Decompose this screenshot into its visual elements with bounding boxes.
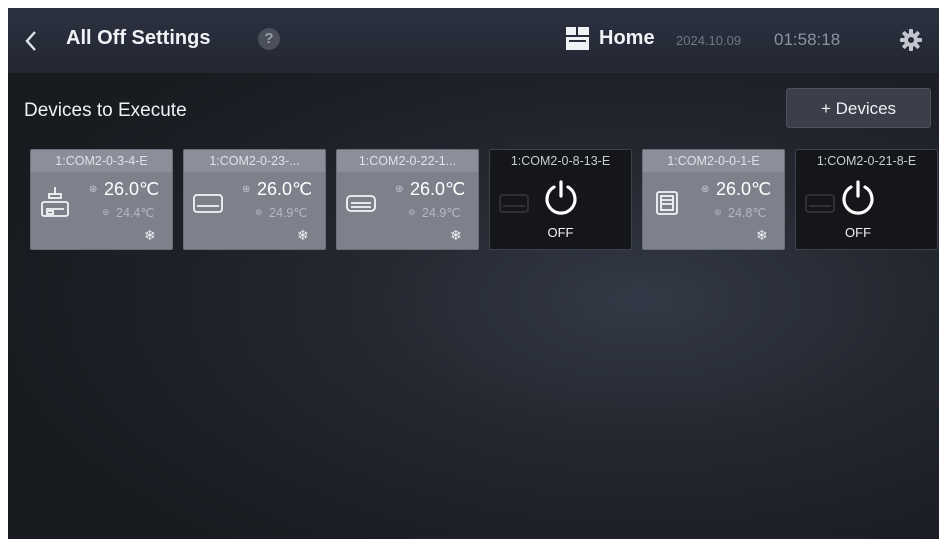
chevron-left-icon bbox=[25, 31, 36, 51]
device-card[interactable]: 1:COM2-0-22-1... ⊛ 26.0℃ ⊛ 24.9℃ ❄ bbox=[336, 149, 479, 250]
room-temp-icon: ⊛ bbox=[255, 207, 263, 217]
room-temp-icon: ⊛ bbox=[408, 207, 416, 217]
screen: All Off Settings ? Home 2024.10.09 01:58… bbox=[8, 8, 939, 539]
room-temperature: 24.9℃ bbox=[269, 206, 308, 220]
room-temp-icon: ⊛ bbox=[714, 207, 722, 217]
set-temperature: 26.0℃ bbox=[716, 179, 772, 199]
power-icon[interactable] bbox=[839, 179, 877, 217]
wall-unit-icon bbox=[805, 194, 835, 213]
set-temp-icon: ⊛ bbox=[89, 184, 98, 195]
back-button[interactable] bbox=[24, 26, 48, 54]
snowflake-icon: ❄ bbox=[756, 227, 768, 243]
ceiling-unit-icon bbox=[41, 187, 69, 217]
room-temperature: 24.8℃ bbox=[728, 206, 767, 220]
device-name: 1:COM2-0-0-1-E bbox=[643, 150, 784, 172]
wall-unit-icon bbox=[193, 194, 223, 213]
top-bar: All Off Settings ? Home 2024.10.09 01:58… bbox=[8, 8, 939, 72]
wall-unit-icon bbox=[499, 194, 529, 213]
device-card[interactable]: 1:COM2-0-21-8-E OFF bbox=[795, 149, 938, 250]
section-title: Devices to Execute bbox=[24, 100, 187, 121]
room-temp-icon: ⊛ bbox=[102, 207, 110, 217]
set-temp-icon: ⊛ bbox=[395, 184, 404, 195]
room-temperature: 24.4℃ bbox=[116, 206, 155, 220]
device-card[interactable]: 1:COM2-0-8-13-E OFF bbox=[489, 149, 632, 250]
home-layout-icon bbox=[566, 27, 589, 50]
device-card[interactable]: 1:COM2-0-23-... ⊛ 26.0℃ ⊛ 24.9℃ ❄ bbox=[183, 149, 326, 250]
snowflake-icon: ❄ bbox=[297, 227, 309, 243]
device-card[interactable]: 1:COM2-0-3-4-E ⊛ 26.0℃ ⊛ 24.4℃ ❄ bbox=[30, 149, 173, 250]
status-label: OFF bbox=[845, 225, 872, 240]
device-card[interactable]: 1:COM2-0-0-1-E ⊛ 26.0℃ ⊛ 24.8℃ ❄ bbox=[642, 149, 785, 250]
set-temp-icon: ⊛ bbox=[701, 184, 710, 195]
location-label[interactable]: Home bbox=[599, 27, 655, 50]
question-circle-icon[interactable]: ? bbox=[258, 28, 280, 50]
power-icon[interactable] bbox=[542, 179, 580, 217]
set-temperature: 26.0℃ bbox=[410, 179, 466, 199]
set-temperature: 26.0℃ bbox=[257, 179, 313, 199]
device-name: 1:COM2-0-23-... bbox=[184, 150, 325, 172]
add-devices-button[interactable]: + Devices bbox=[786, 88, 931, 128]
room-temperature: 24.9℃ bbox=[422, 206, 461, 220]
set-temperature: 26.0℃ bbox=[104, 179, 160, 199]
snowflake-icon: ❄ bbox=[144, 227, 156, 243]
device-name: 1:COM2-0-22-1... bbox=[337, 150, 478, 172]
status-label: OFF bbox=[547, 225, 574, 240]
date-display: 2024.10.09 bbox=[676, 33, 742, 48]
device-name: 1:COM2-0-8-13-E bbox=[510, 154, 611, 168]
page-title: All Off Settings bbox=[66, 27, 211, 49]
gear-icon[interactable] bbox=[899, 28, 923, 52]
cassette-unit-icon bbox=[656, 191, 678, 215]
snowflake-icon: ❄ bbox=[450, 227, 462, 243]
time-display: 01:58:18 bbox=[774, 30, 841, 49]
device-name: 1:COM2-0-3-4-E bbox=[31, 150, 172, 172]
set-temp-icon: ⊛ bbox=[242, 184, 251, 195]
device-name: 1:COM2-0-21-8-E bbox=[816, 154, 917, 168]
duct-unit-icon bbox=[346, 195, 376, 212]
